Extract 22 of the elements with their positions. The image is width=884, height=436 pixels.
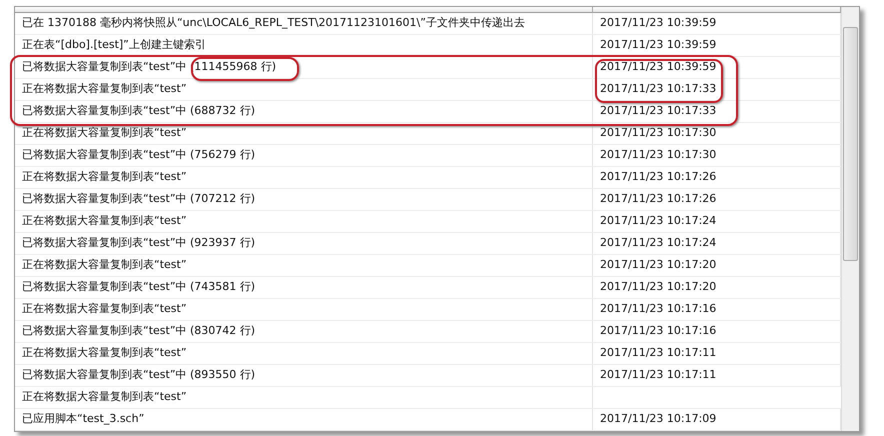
column-header[interactable] (15, 7, 593, 13)
message-cell: 正在将数据大容量复制到表“test” (15, 255, 593, 276)
message-cell: 已应用脚本“test_3.sch” (15, 409, 593, 430)
message-cell: 正在将数据大容量复制到表“test” (15, 211, 593, 232)
message-cell: 正在将数据大容量复制到表“test” (15, 387, 593, 408)
scrollbar-thumb[interactable] (843, 27, 858, 261)
message-cell: 正在将数据大容量复制到表“test” (15, 299, 593, 320)
message-cell: 已将数据大容量复制到表“test”中 (923937 行) (15, 233, 593, 254)
message-cell: 正在将数据大容量复制到表“test” (15, 79, 593, 100)
message-cell: 正在将数据大容量复制到表“test” (15, 343, 593, 364)
message-cell: 已将数据大容量复制到表“test”中 (756279 行) (15, 145, 593, 166)
message-cell: 已在 1370188 毫秒内将快照从“unc\LOCAL6_REPL_TEST\20171123101601\”子文件夹中传递出去 (15, 13, 593, 34)
column-header[interactable] (593, 7, 841, 13)
message-cell: 正在表“[dbo].[test]”上创建主键索引 (15, 35, 593, 56)
message-cell: 已将数据大容量复制到表“test”中 (707212 行) (15, 189, 593, 210)
message-cell: 已将数据大容量复制到表“test”中 (688732 行) (15, 101, 593, 122)
message-cell: 已将数据大容量复制到表“test”中 (893550 行) (15, 365, 593, 386)
message-cell: 已将数据大容量复制到表“test”中 (830742 行) (15, 321, 593, 342)
message-cell: 正在将数据大容量复制到表“test” (15, 167, 593, 188)
message-cell: 正在将数据大容量复制到表“test” (15, 123, 593, 144)
scrollbar[interactable] (841, 7, 859, 431)
message-cell: 已将数据大容量复制到表“test”中 (743581 行) (15, 277, 593, 298)
